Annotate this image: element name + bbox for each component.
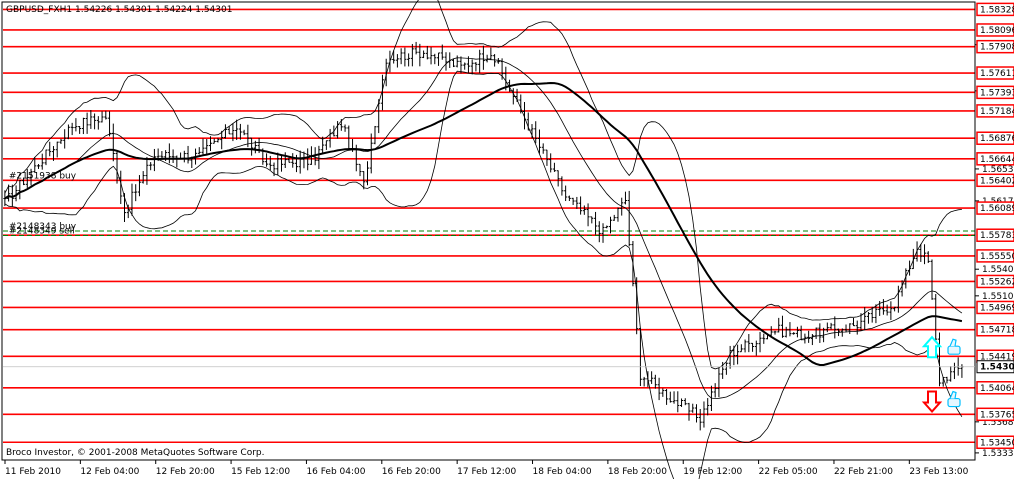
svg-text:1.54301: 1.54301 [980, 363, 1014, 373]
svg-text:1.54718: 1.54718 [980, 326, 1014, 336]
svg-text:1.56089: 1.56089 [980, 204, 1014, 214]
time-tick-label: 23 Feb 13:00 [909, 467, 968, 477]
svg-text:1.54064: 1.54064 [980, 384, 1014, 394]
level-price-box: 1.58328 [976, 2, 1014, 17]
svg-text:1.58328: 1.58328 [980, 5, 1014, 15]
chart-background [0, 0, 1014, 479]
price-tick-label: 1.55400 [982, 265, 1014, 275]
price-tick-label: 1.56530 [982, 165, 1014, 175]
level-price-box: 1.54969 [976, 300, 1014, 315]
price-tick-label: 1.55100 [982, 292, 1014, 302]
level-price-box: 1.57611 [976, 66, 1014, 80]
svg-text:1.57184: 1.57184 [980, 107, 1014, 117]
time-tick-label: 17 Feb 12:00 [457, 467, 516, 477]
time-tick-label: 22 Feb 05:00 [759, 467, 818, 477]
level-price-box: 1.56402 [976, 173, 1014, 188]
price-tick-label: 1.53330 [982, 449, 1014, 459]
level-price-box: 1.53450 [976, 435, 1014, 450]
svg-text:1.53450: 1.53450 [980, 438, 1014, 448]
svg-text:1.55783: 1.55783 [980, 231, 1014, 241]
level-price-box: 1.56876 [976, 131, 1014, 145]
svg-text:1.55262: 1.55262 [980, 277, 1014, 287]
level-price-box: 1.55783 [976, 228, 1014, 242]
level-price-box: 1.56089 [976, 201, 1014, 215]
order-label-2: #2148349 sell [9, 226, 75, 236]
level-price-box: 1.54718 [976, 322, 1014, 337]
level-price-box: 1.54064 [976, 381, 1014, 395]
chart-window[interactable]: #2151938 buy #2148343 buy #2148349 sell 1.… [0, 0, 1014, 484]
svg-text:1.56402: 1.56402 [980, 176, 1014, 186]
level-price-box: 1.56644 [976, 152, 1014, 166]
price-chart[interactable]: #2151938 buy#2148343 buy#2148349 sell 1.… [0, 0, 1014, 484]
time-tick-label: 15 Feb 12:00 [231, 467, 290, 477]
level-price-box: 1.53765 [976, 407, 1014, 422]
time-tick-label: 12 Feb 04:00 [80, 467, 139, 477]
time-tick-label: 18 Feb 04:00 [533, 467, 592, 477]
svg-text:1.53765: 1.53765 [980, 410, 1014, 420]
svg-text:1.58096: 1.58096 [980, 26, 1014, 36]
level-price-box: 1.57184 [976, 104, 1014, 118]
time-tick-label: 12 Feb 20:00 [156, 467, 215, 477]
svg-text:1.57393: 1.57393 [980, 88, 1014, 98]
level-price-box: 1.57393 [976, 85, 1014, 100]
time-tick-label: 11 Feb 2010 [5, 467, 61, 477]
svg-text:1.54969: 1.54969 [980, 303, 1014, 313]
svg-text:1.55550: 1.55550 [980, 252, 1014, 262]
copyright-notice: Broco Investor, © 2001-2008 MetaQuotes S… [6, 448, 265, 458]
level-price-box: 1.58096 [976, 23, 1014, 37]
svg-text:1.56876: 1.56876 [980, 134, 1014, 144]
time-tick-label: 16 Feb 20:00 [382, 467, 441, 477]
time-tick-label: 19 Feb 12:00 [683, 467, 742, 477]
level-price-box: 1.55262 [976, 274, 1014, 289]
time-tick-label: 18 Feb 20:00 [608, 467, 667, 477]
level-price-box: 1.55550 [976, 249, 1014, 263]
svg-text:1.56644: 1.56644 [980, 155, 1014, 165]
svg-text:1.57908: 1.57908 [980, 43, 1014, 53]
level-price-box: 1.57908 [976, 39, 1014, 54]
time-tick-label: 16 Feb 04:00 [306, 467, 365, 477]
svg-text:1.57611: 1.57611 [980, 69, 1014, 79]
time-tick-label: 22 Feb 21:00 [834, 467, 893, 477]
symbol-header: GBPUSD_FXH1 1.54226 1.54301 1.54224 1.54… [6, 5, 232, 15]
